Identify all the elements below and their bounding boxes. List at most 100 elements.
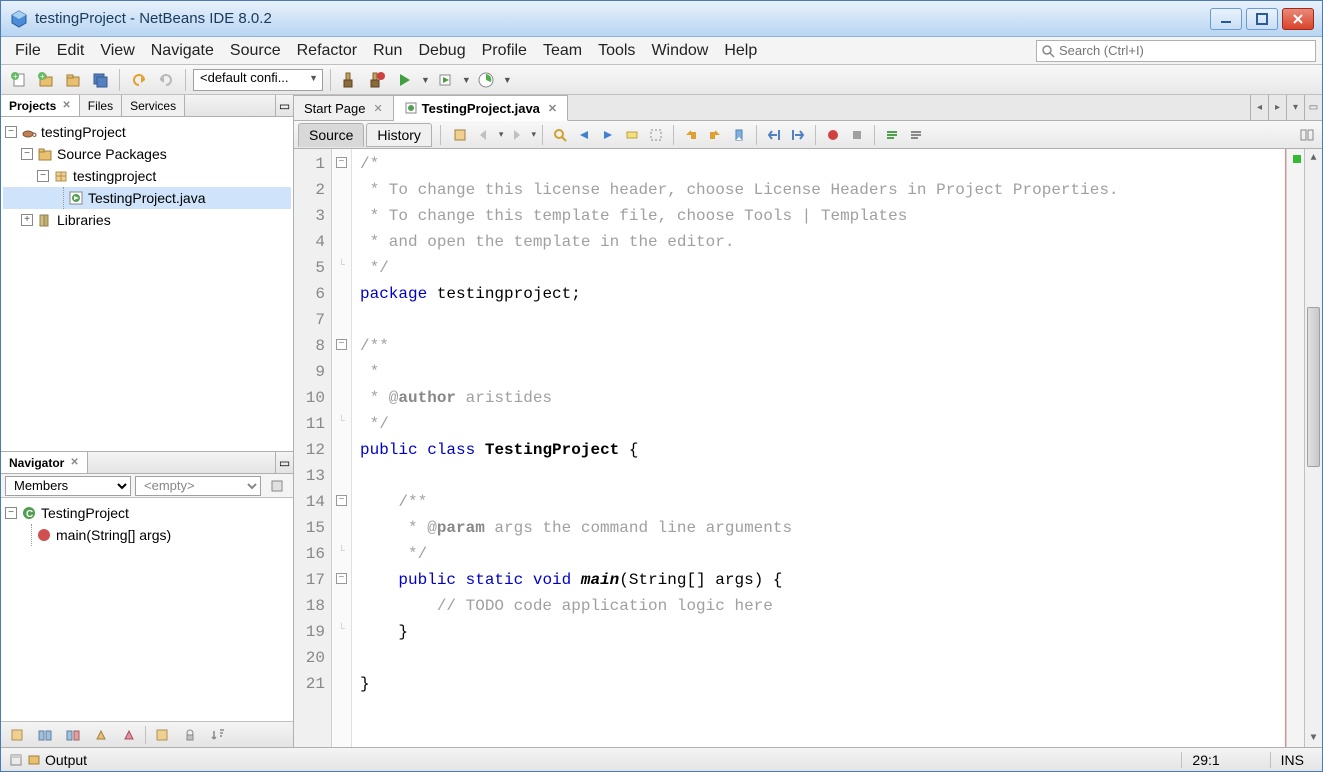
tree-java-file[interactable]: TestingProject.java (3, 187, 291, 209)
quick-search-input[interactable] (1055, 43, 1311, 58)
menu-profile[interactable]: Profile (474, 39, 535, 63)
scroll-down-button[interactable]: ▼ (1305, 729, 1322, 747)
last-edit-button[interactable] (449, 124, 471, 146)
config-select[interactable]: <default confi...▼ (193, 69, 323, 91)
menu-navigate[interactable]: Navigate (143, 39, 222, 63)
macro-record-button[interactable] (822, 124, 844, 146)
collapse-icon[interactable]: − (5, 507, 17, 519)
collapse-icon[interactable]: − (21, 148, 33, 160)
toggle-bookmark-button[interactable] (728, 124, 750, 146)
scrollbar-thumb[interactable] (1307, 307, 1320, 467)
clean-build-button[interactable] (365, 68, 389, 92)
run-button[interactable] (392, 68, 416, 92)
code-content[interactable]: /* * To change this license header, choo… (352, 149, 1286, 747)
fold-gutter[interactable]: − └ − └ − └− └ (332, 149, 352, 747)
close-icon[interactable]: ✕ (373, 102, 382, 115)
filter-select[interactable]: <empty> (135, 476, 261, 496)
close-icon[interactable]: ✕ (70, 457, 78, 468)
tab-services[interactable]: Services (122, 95, 185, 116)
menu-run[interactable]: Run (365, 39, 410, 63)
maximize-button[interactable] (1246, 8, 1278, 30)
shift-left-button[interactable] (763, 124, 785, 146)
profile-button[interactable] (474, 68, 498, 92)
nav-sort[interactable] (206, 723, 230, 747)
tab-start-page[interactable]: Start Page✕ (294, 95, 394, 120)
code-editor[interactable]: 123456789101112131415161718192021 − └ − … (294, 149, 1322, 747)
projects-tree[interactable]: − testingProject − Source Packages − tes… (1, 117, 293, 451)
redo-button[interactable] (154, 68, 178, 92)
new-file-button[interactable]: + (7, 68, 31, 92)
menu-team[interactable]: Team (535, 39, 590, 63)
nav-filter-1[interactable] (5, 723, 29, 747)
macro-stop-button[interactable] (846, 124, 868, 146)
menu-edit[interactable]: Edit (49, 39, 93, 63)
navigator-tree[interactable]: − C TestingProject main(String[] args) (1, 498, 293, 721)
back-button[interactable] (473, 124, 495, 146)
collapse-icon[interactable]: − (5, 126, 17, 138)
menu-view[interactable]: View (92, 39, 142, 63)
menu-refactor[interactable]: Refactor (289, 39, 365, 63)
output-icon[interactable]: Output (9, 752, 87, 768)
open-project-button[interactable] (61, 68, 85, 92)
minimize-panel-button[interactable]: ▭ (275, 452, 293, 473)
titlebar[interactable]: testingProject - NetBeans IDE 8.0.2 (1, 1, 1322, 37)
nav-filter-4[interactable] (89, 723, 113, 747)
tab-testingproject-java[interactable]: TestingProject.java✕ (394, 95, 568, 121)
save-all-button[interactable] (88, 68, 112, 92)
tab-projects[interactable]: Projects✕ (1, 95, 80, 116)
filter-button[interactable] (265, 474, 289, 498)
nav-filter-3[interactable] (61, 723, 85, 747)
close-icon[interactable]: ✕ (548, 102, 557, 115)
quick-search[interactable] (1036, 40, 1316, 62)
run-dropdown[interactable]: ▼ (421, 75, 430, 85)
toggle-highlight-button[interactable] (621, 124, 643, 146)
expand-icon[interactable]: + (21, 214, 33, 226)
close-button[interactable] (1282, 8, 1314, 30)
nav-filter-7[interactable] (178, 723, 202, 747)
tree-project-root[interactable]: − testingProject (3, 121, 291, 143)
vertical-scrollbar[interactable]: ▲ ▼ (1304, 149, 1322, 747)
comment-button[interactable] (881, 124, 903, 146)
close-icon[interactable]: ✕ (62, 100, 70, 111)
minimize-panel-button[interactable]: ▭ (275, 95, 293, 116)
find-prev-button[interactable] (573, 124, 595, 146)
nav-class[interactable]: − C TestingProject (3, 502, 291, 524)
prev-bookmark-button[interactable] (680, 124, 702, 146)
find-selection-button[interactable] (549, 124, 571, 146)
debug-dropdown[interactable]: ▼ (462, 75, 471, 85)
nav-filter-2[interactable] (33, 723, 57, 747)
tab-files[interactable]: Files (80, 95, 122, 116)
menu-debug[interactable]: Debug (410, 39, 473, 63)
debug-button[interactable] (433, 68, 457, 92)
scroll-right-button[interactable]: ▸ (1268, 95, 1286, 120)
next-bookmark-button[interactable] (704, 124, 726, 146)
tab-navigator[interactable]: Navigator✕ (1, 452, 88, 473)
collapse-icon[interactable]: − (37, 170, 49, 182)
menu-help[interactable]: Help (716, 39, 765, 63)
tree-package[interactable]: − testingproject (3, 165, 291, 187)
profile-dropdown[interactable]: ▼ (503, 75, 512, 85)
forward-button[interactable] (505, 124, 527, 146)
menu-tools[interactable]: Tools (590, 39, 643, 63)
uncomment-button[interactable] (905, 124, 927, 146)
scroll-up-button[interactable]: ▲ (1305, 149, 1322, 167)
menu-source[interactable]: Source (222, 39, 289, 63)
members-select[interactable]: Members (5, 476, 131, 496)
error-stripe[interactable] (1286, 149, 1304, 747)
maximize-editor-button[interactable]: ▭ (1304, 95, 1322, 120)
menu-window[interactable]: Window (643, 39, 716, 63)
build-button[interactable] (338, 68, 362, 92)
nav-filter-5[interactable] (117, 723, 141, 747)
minimize-button[interactable] (1210, 8, 1242, 30)
scroll-left-button[interactable]: ◂ (1250, 95, 1268, 120)
subtab-history[interactable]: History (366, 123, 432, 147)
nav-method[interactable]: main(String[] args) (3, 524, 291, 546)
tree-libraries[interactable]: + Libraries (3, 209, 291, 231)
tree-source-packages[interactable]: − Source Packages (3, 143, 291, 165)
subtab-source[interactable]: Source (298, 123, 364, 147)
split-button[interactable] (1296, 124, 1318, 146)
undo-button[interactable] (127, 68, 151, 92)
toggle-rect-select-button[interactable] (645, 124, 667, 146)
shift-right-button[interactable] (787, 124, 809, 146)
menu-file[interactable]: File (7, 39, 49, 63)
